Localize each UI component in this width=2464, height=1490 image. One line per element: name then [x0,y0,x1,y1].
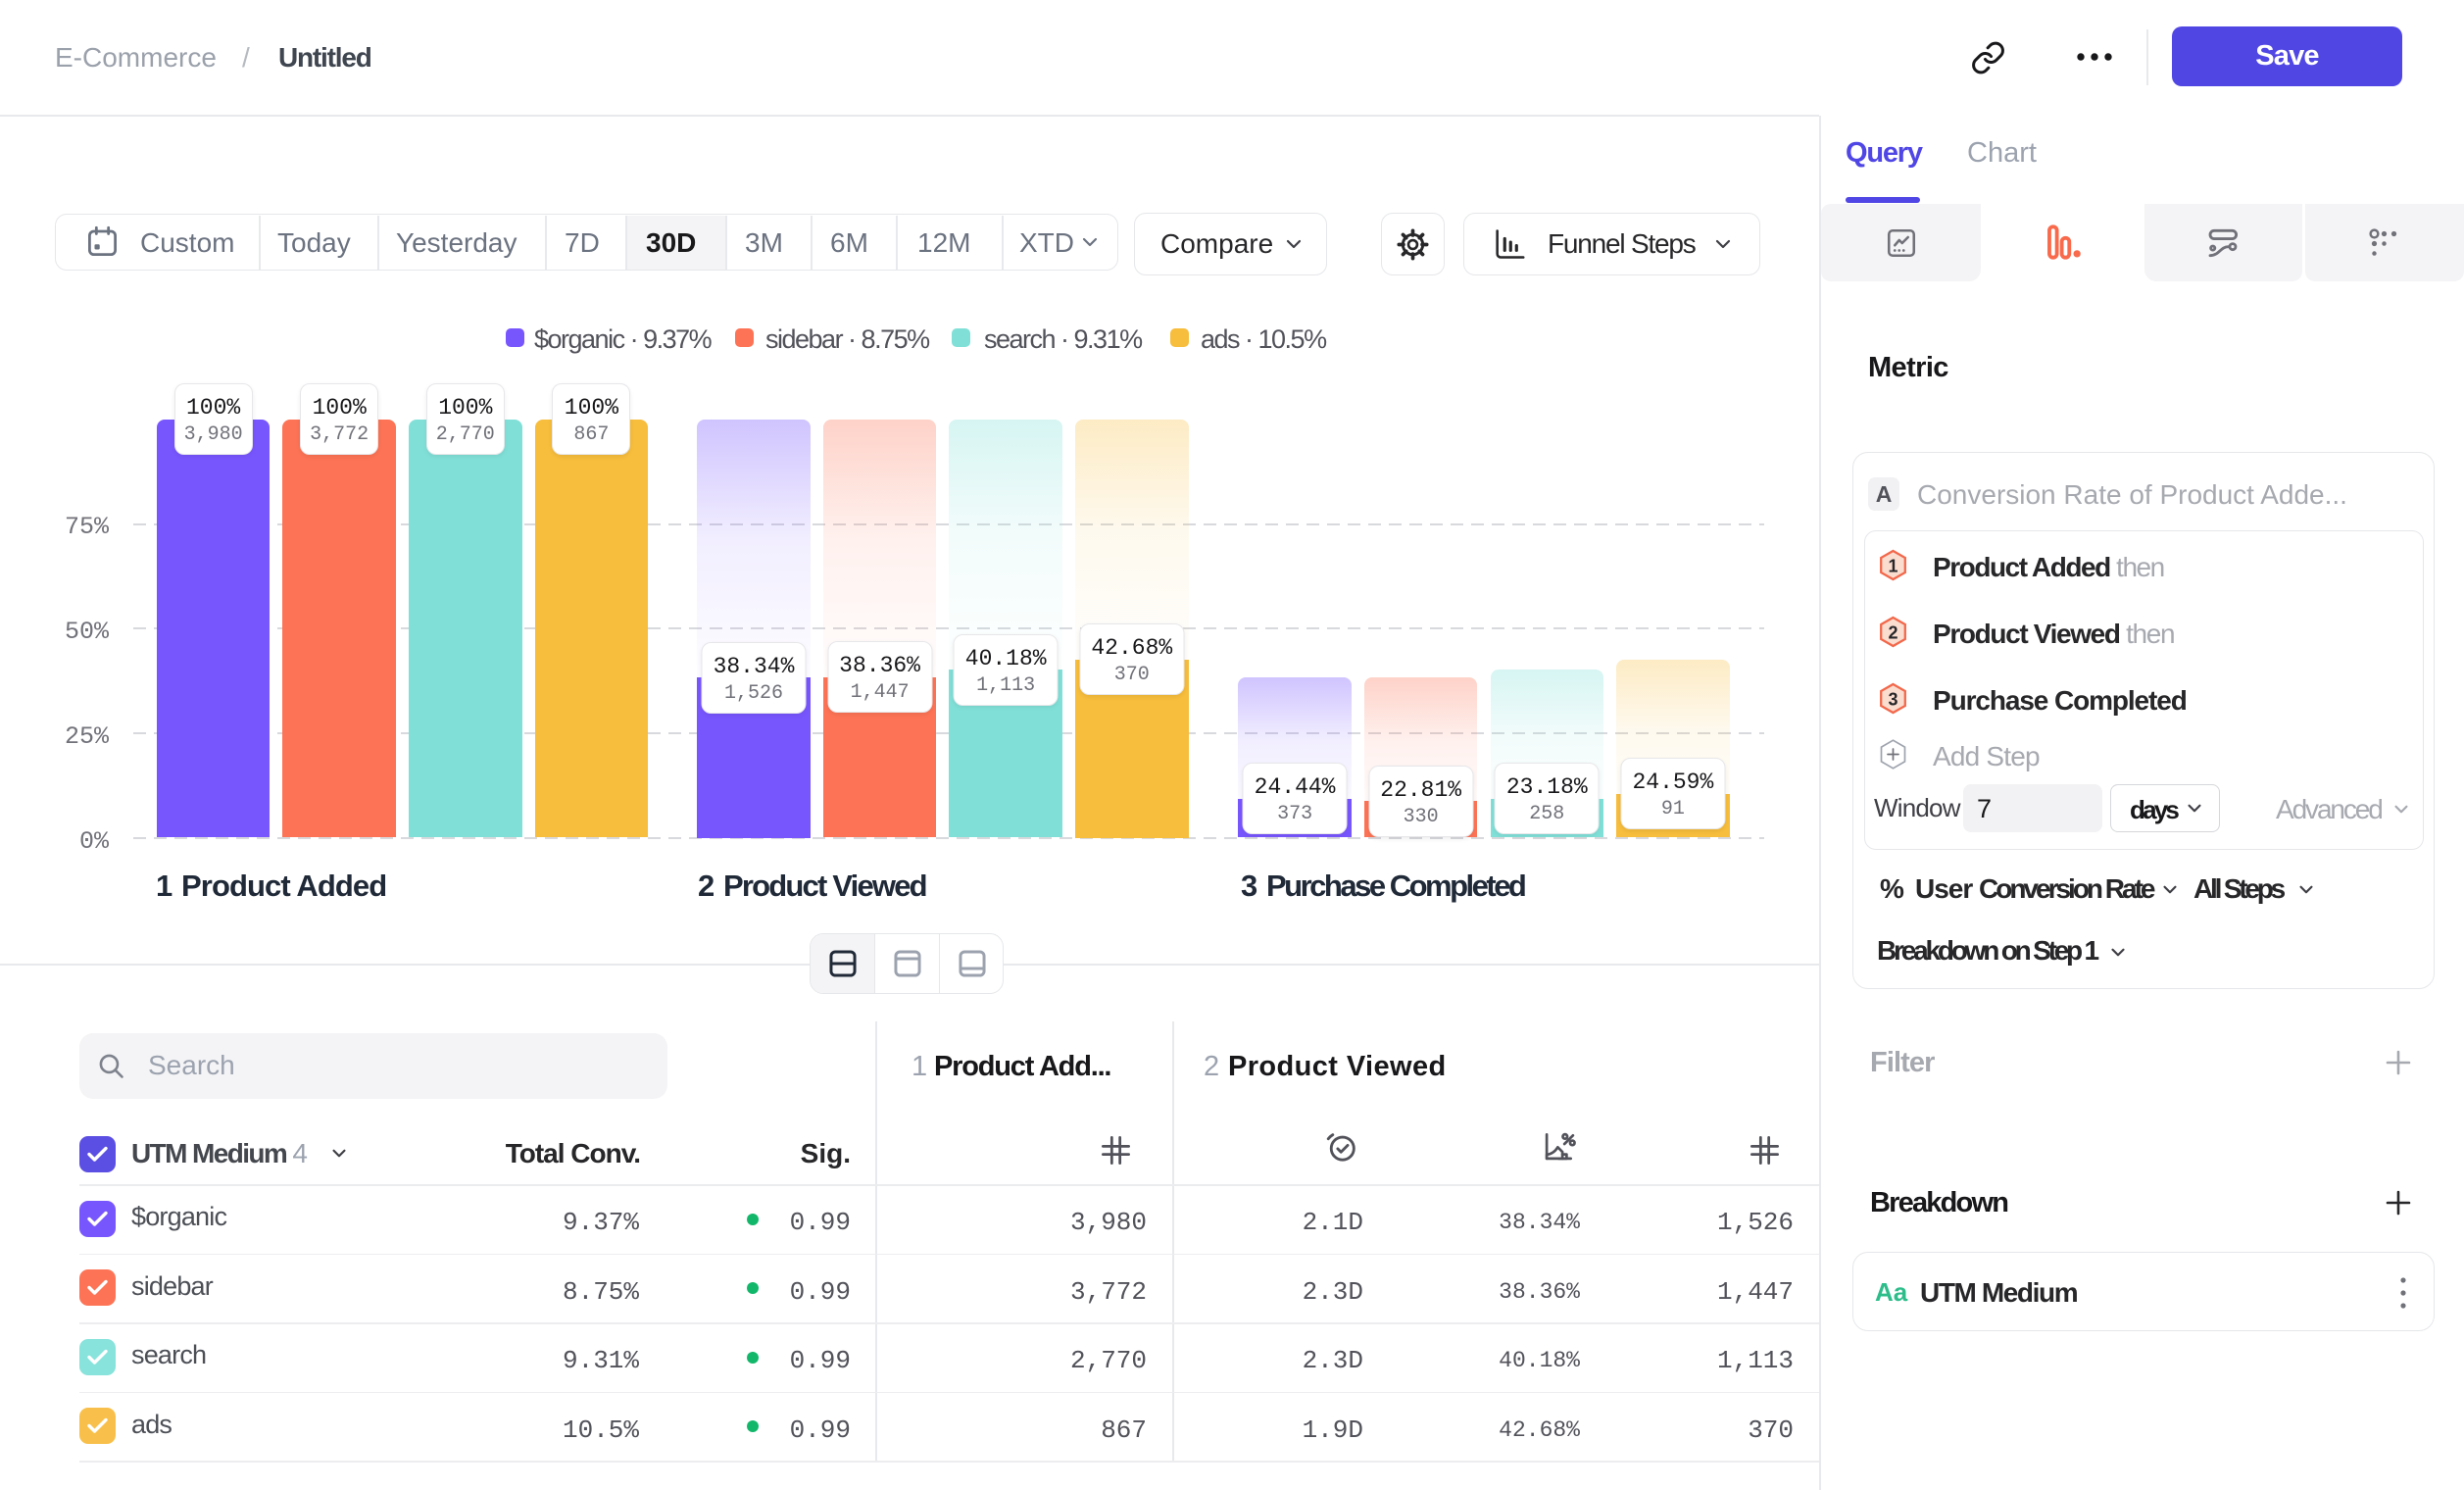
svg-text:2: 2 [1888,623,1897,643]
svg-text:1: 1 [1888,557,1897,576]
svg-text:3: 3 [1888,690,1897,710]
